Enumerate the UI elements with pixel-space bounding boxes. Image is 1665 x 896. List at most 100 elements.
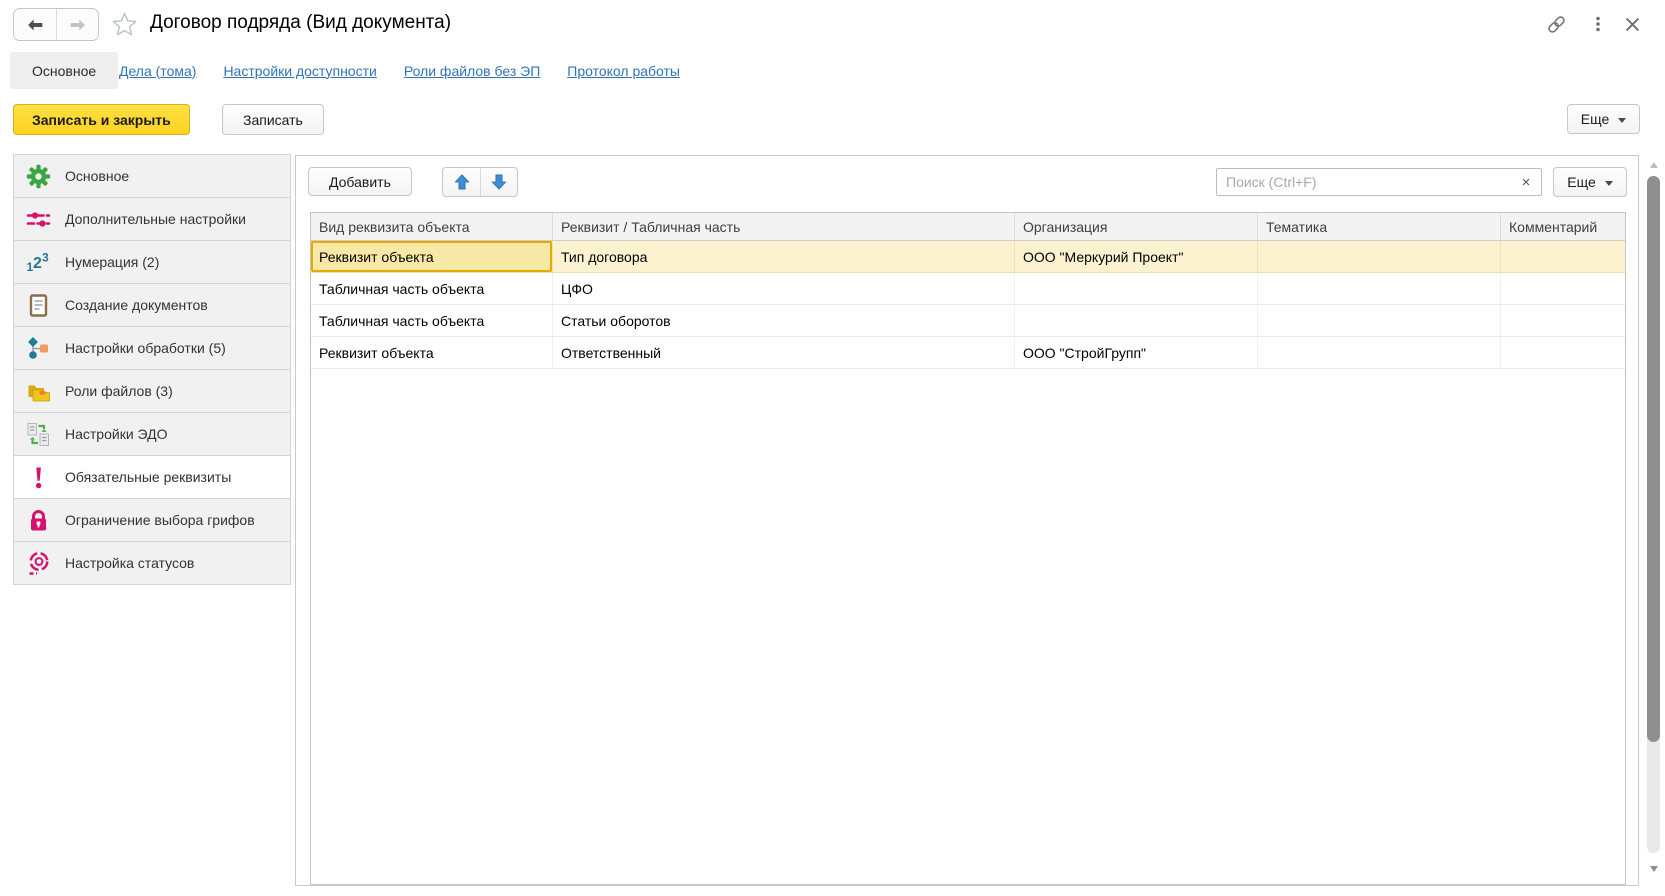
- cell-theme[interactable]: [1258, 305, 1501, 336]
- attributes-table: Вид реквизита объекта Реквизит / Табличн…: [310, 212, 1626, 885]
- chevron-down-icon: [1605, 181, 1613, 186]
- sidebar-item-required-attributes[interactable]: Обязательные реквизиты: [14, 456, 290, 499]
- search-input[interactable]: [1216, 168, 1512, 196]
- page-title: Договор подряда (Вид документа): [150, 12, 451, 34]
- exclamation-icon: [25, 464, 52, 491]
- scroll-down-arrow-icon[interactable]: [1650, 866, 1658, 872]
- sidebar-item-document-creation[interactable]: Создание документов: [14, 284, 290, 327]
- tab-file-roles-no-signature[interactable]: Роли файлов без ЭП: [404, 63, 540, 79]
- cell-kind[interactable]: Табличная часть объекта: [311, 305, 553, 336]
- cell-comment[interactable]: [1501, 241, 1625, 272]
- close-icon[interactable]: [1620, 12, 1644, 36]
- move-up-button[interactable]: [443, 168, 480, 196]
- vertical-scrollbar: [1647, 160, 1660, 878]
- svg-text:3: 3: [42, 250, 49, 264]
- scroll-up-arrow-icon[interactable]: [1650, 162, 1658, 168]
- svg-text:2: 2: [33, 255, 42, 272]
- sidebar-item-label: Обязательные реквизиты: [65, 469, 231, 485]
- table-header-row: Вид реквизита объекта Реквизит / Табличн…: [311, 213, 1625, 241]
- sliders-icon: [25, 206, 52, 233]
- cell-organization[interactable]: ООО "СтройГрупп": [1015, 337, 1258, 368]
- cell-attribute[interactable]: Тип договора: [553, 241, 1015, 272]
- cell-theme[interactable]: [1258, 241, 1501, 272]
- cell-attribute[interactable]: Статьи оборотов: [553, 305, 1015, 336]
- sidebar-item-label: Настройки ЭДО: [65, 426, 168, 442]
- save-button[interactable]: Записать: [222, 104, 324, 135]
- cell-organization[interactable]: [1015, 273, 1258, 304]
- cell-kind[interactable]: Реквизит объекта: [311, 241, 553, 272]
- cell-comment[interactable]: [1501, 337, 1625, 368]
- sidebar: Основное Дополнительные настройки 1 2 3 …: [13, 154, 291, 585]
- column-header-kind[interactable]: Вид реквизита объекта: [311, 213, 553, 240]
- table-row[interactable]: Реквизит объекта Ответственный ООО "Стро…: [311, 337, 1625, 369]
- document-icon: [25, 292, 52, 319]
- sidebar-item-label: Нумерация (2): [65, 254, 159, 270]
- nav-button-group: [13, 8, 99, 41]
- tab-cases[interactable]: Дела (тома): [119, 63, 196, 79]
- sidebar-item-status-settings[interactable]: Настройка статусов: [14, 542, 290, 585]
- tab-work-protocol[interactable]: Протокол работы: [567, 63, 680, 79]
- more-button-label: Еще: [1567, 174, 1596, 190]
- stamp-icon: [25, 550, 52, 577]
- column-header-attribute[interactable]: Реквизит / Табличная часть: [553, 213, 1015, 240]
- sidebar-item-processing-settings[interactable]: Настройки обработки (5): [14, 327, 290, 370]
- chevron-down-icon: [1618, 118, 1626, 123]
- table-row[interactable]: Табличная часть объекта ЦФО: [311, 273, 1625, 305]
- lock-icon: [25, 507, 52, 534]
- sidebar-item-additional-settings[interactable]: Дополнительные настройки: [14, 198, 290, 241]
- down-arrow-icon: [489, 172, 509, 192]
- clear-x-icon: ×: [1522, 174, 1531, 191]
- scrollbar-thumb[interactable]: [1647, 176, 1660, 742]
- workflow-icon: [25, 335, 52, 362]
- sidebar-item-main[interactable]: Основное: [14, 155, 290, 198]
- add-button[interactable]: Добавить: [308, 167, 412, 196]
- more-button-label: Еще: [1581, 111, 1610, 127]
- table-row[interactable]: Реквизит объекта Тип договора ООО "Мерку…: [311, 241, 1625, 273]
- sidebar-item-label: Дополнительные настройки: [65, 211, 246, 227]
- edi-exchange-icon: [25, 421, 52, 448]
- back-button[interactable]: [14, 9, 56, 40]
- move-down-button[interactable]: [480, 168, 517, 196]
- back-arrow-icon: [24, 14, 46, 36]
- sidebar-item-file-roles[interactable]: Роли файлов (3): [14, 370, 290, 413]
- get-link-icon[interactable]: [1544, 12, 1568, 36]
- cell-attribute[interactable]: ЦФО: [553, 273, 1015, 304]
- favorite-star-icon[interactable]: [110, 10, 139, 39]
- tab-links: Дела (тома) Настройки доступности Роли ф…: [119, 52, 680, 89]
- sidebar-item-label: Создание документов: [65, 297, 208, 313]
- sidebar-item-numbering[interactable]: 1 2 3 Нумерация (2): [14, 241, 290, 284]
- search-clear-button[interactable]: ×: [1511, 168, 1542, 196]
- table-row[interactable]: Табличная часть объекта Статьи оборотов: [311, 305, 1625, 337]
- main-panel: Добавить × Еще Вид реквизита объекта Рек…: [295, 155, 1639, 886]
- more-button-toolbar[interactable]: Еще: [1553, 167, 1627, 197]
- sidebar-item-label: Роли файлов (3): [65, 383, 173, 399]
- move-buttons-group: [442, 167, 518, 197]
- sidebar-item-label: Настройки обработки (5): [65, 340, 226, 356]
- more-button-top[interactable]: Еще: [1567, 104, 1640, 134]
- column-header-comment[interactable]: Комментарий: [1501, 213, 1625, 240]
- cell-attribute[interactable]: Ответственный: [553, 337, 1015, 368]
- sidebar-item-label: Основное: [65, 168, 129, 184]
- tab-main[interactable]: Основное: [10, 52, 118, 89]
- cell-theme[interactable]: [1258, 273, 1501, 304]
- up-arrow-icon: [452, 172, 472, 192]
- sidebar-item-label: Настройка статусов: [65, 555, 194, 571]
- cell-theme[interactable]: [1258, 337, 1501, 368]
- sidebar-item-edi-settings[interactable]: Настройки ЭДО: [14, 413, 290, 456]
- folders-icon: [25, 378, 52, 405]
- column-header-theme[interactable]: Тематика: [1258, 213, 1501, 240]
- cell-kind[interactable]: Реквизит объекта: [311, 337, 553, 368]
- cell-comment[interactable]: [1501, 273, 1625, 304]
- column-header-organization[interactable]: Организация: [1015, 213, 1258, 240]
- sidebar-item-label: Ограничение выбора грифов: [65, 512, 255, 528]
- tab-access-settings[interactable]: Настройки доступности: [223, 63, 376, 79]
- cell-kind[interactable]: Табличная часть объекта: [311, 273, 553, 304]
- forward-button[interactable]: [56, 9, 98, 40]
- cell-organization[interactable]: [1015, 305, 1258, 336]
- more-menu-icon[interactable]: [1586, 12, 1610, 36]
- sidebar-item-classification-restriction[interactable]: Ограничение выбора грифов: [14, 499, 290, 542]
- cell-comment[interactable]: [1501, 305, 1625, 336]
- save-and-close-button[interactable]: Записать и закрыть: [13, 104, 190, 135]
- numbering-icon: 1 2 3: [25, 249, 52, 276]
- cell-organization[interactable]: ООО "Меркурий Проект": [1015, 241, 1258, 272]
